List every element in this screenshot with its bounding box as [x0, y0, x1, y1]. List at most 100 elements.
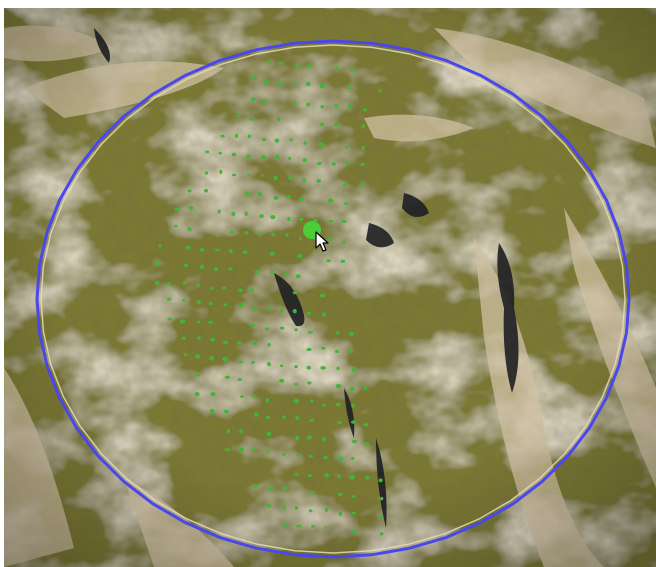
foliage-marker — [228, 249, 233, 254]
foliage-marker — [289, 138, 293, 142]
foliage-marker — [236, 341, 242, 345]
foliage-marker — [336, 366, 340, 370]
foliage-marker — [244, 231, 249, 235]
foliage-marker — [183, 263, 189, 267]
foliage-marker — [166, 282, 172, 286]
foliage-marker — [174, 207, 180, 211]
foliage-marker — [195, 354, 201, 359]
foliage-marker — [283, 273, 288, 277]
foliage-marker — [231, 152, 237, 157]
foliage-marker — [214, 248, 220, 252]
foliage-marker — [359, 162, 365, 166]
foliage-marker — [335, 331, 340, 335]
foliage-marker — [226, 428, 231, 433]
foliage-marker — [347, 104, 351, 109]
foliage-marker — [321, 437, 326, 442]
foliage-marker — [337, 474, 341, 479]
foliage-marker — [326, 259, 331, 263]
foliage-marker — [253, 484, 259, 488]
foliage-marker — [351, 511, 357, 515]
foliage-marker — [255, 269, 260, 274]
foliage-marker — [287, 157, 292, 160]
terrain-scene[interactable] — [4, 8, 656, 567]
foliage-marker — [327, 237, 332, 241]
foliage-marker — [348, 332, 355, 336]
foliage-marker — [318, 142, 325, 147]
foliage-marker — [378, 478, 383, 483]
foliage-marker — [245, 154, 251, 159]
foliage-marker — [274, 138, 280, 143]
foliage-marker — [183, 353, 188, 356]
foliage-marker — [294, 473, 299, 476]
foliage-marker — [344, 145, 349, 149]
foliage-marker — [294, 365, 298, 369]
foliage-marker — [337, 456, 343, 461]
foliage-marker — [264, 79, 270, 84]
foliage-marker — [260, 174, 264, 177]
foliage-marker — [239, 429, 243, 434]
foliage-marker — [252, 394, 257, 399]
foliage-marker — [286, 195, 291, 199]
foliage-marker — [210, 391, 216, 397]
foliage-marker — [349, 475, 355, 480]
foliage-marker — [334, 350, 340, 353]
foliage-marker — [282, 486, 288, 490]
foliage-marker — [194, 392, 200, 397]
foliage-marker — [322, 312, 326, 317]
foliage-marker — [270, 270, 274, 275]
foliage-marker — [219, 169, 223, 174]
foliage-marker — [294, 328, 298, 332]
foliage-marker — [321, 403, 326, 407]
foliage-marker — [196, 284, 201, 287]
foliage-marker — [308, 509, 313, 513]
foliage-marker — [266, 306, 271, 310]
foliage-marker — [265, 327, 270, 331]
foliage-marker — [223, 409, 229, 414]
foliage-marker — [361, 145, 365, 150]
foliage-marker — [199, 248, 205, 252]
foliage-marker — [351, 439, 358, 444]
foliage-marker — [292, 309, 297, 314]
foliage-marker — [363, 423, 369, 427]
foliage-marker — [276, 117, 281, 122]
foliage-marker — [311, 524, 316, 528]
foliage-marker — [229, 230, 234, 235]
foliage-marker — [340, 259, 346, 263]
foliage-marker — [337, 492, 343, 496]
foliage-marker — [224, 375, 230, 379]
foliage-marker — [362, 108, 368, 112]
foliage-marker — [251, 360, 255, 364]
foliage-marker — [275, 155, 280, 160]
foliage-marker — [217, 209, 221, 214]
foliage-marker — [295, 274, 301, 279]
foliage-marker — [196, 300, 202, 305]
foliage-marker — [307, 474, 313, 478]
foliage-marker — [307, 435, 313, 440]
foliage-marker — [259, 214, 264, 219]
foliage-marker — [345, 160, 350, 166]
foliage-marker — [188, 206, 194, 210]
foliage-marker — [351, 457, 355, 460]
foliage-marker — [307, 331, 314, 334]
foliage-marker — [271, 232, 276, 237]
foliage-marker — [237, 288, 244, 292]
foliage-marker — [257, 192, 262, 197]
foliage-marker — [224, 448, 231, 452]
foliage-marker — [306, 365, 311, 370]
foliage-marker — [337, 420, 343, 425]
foliage-marker — [302, 158, 307, 163]
editor-viewport[interactable] — [0, 0, 656, 567]
foliage-marker — [269, 251, 275, 256]
foliage-marker — [293, 398, 299, 404]
foliage-marker — [343, 202, 349, 205]
foliage-marker — [324, 507, 329, 513]
foliage-marker — [295, 435, 300, 440]
foliage-marker — [267, 362, 271, 367]
foliage-marker — [238, 303, 244, 308]
foliage-marker — [200, 264, 205, 269]
foliage-marker — [308, 454, 314, 458]
foliage-marker — [294, 64, 300, 68]
foliage-marker — [342, 183, 348, 186]
foliage-marker — [351, 367, 357, 372]
foliage-marker — [310, 491, 315, 495]
